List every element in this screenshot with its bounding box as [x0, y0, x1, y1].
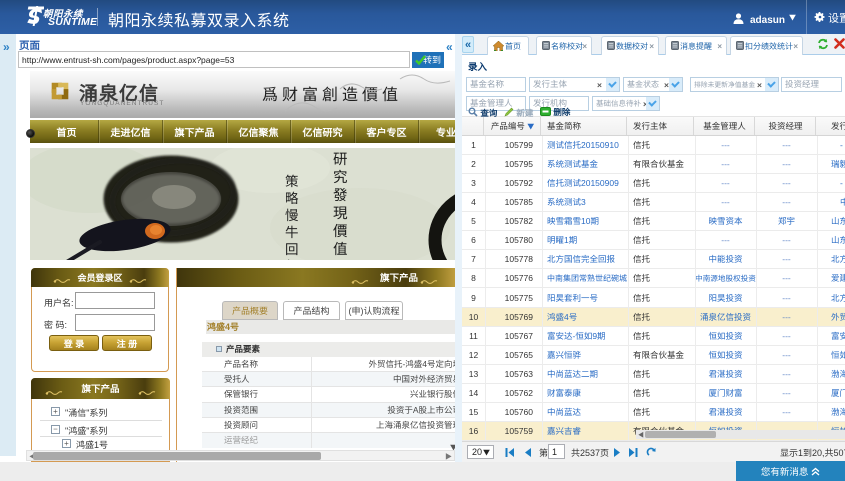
svg-text:值: 值 — [333, 238, 348, 259]
svg-text:報: 報 — [285, 255, 299, 260]
